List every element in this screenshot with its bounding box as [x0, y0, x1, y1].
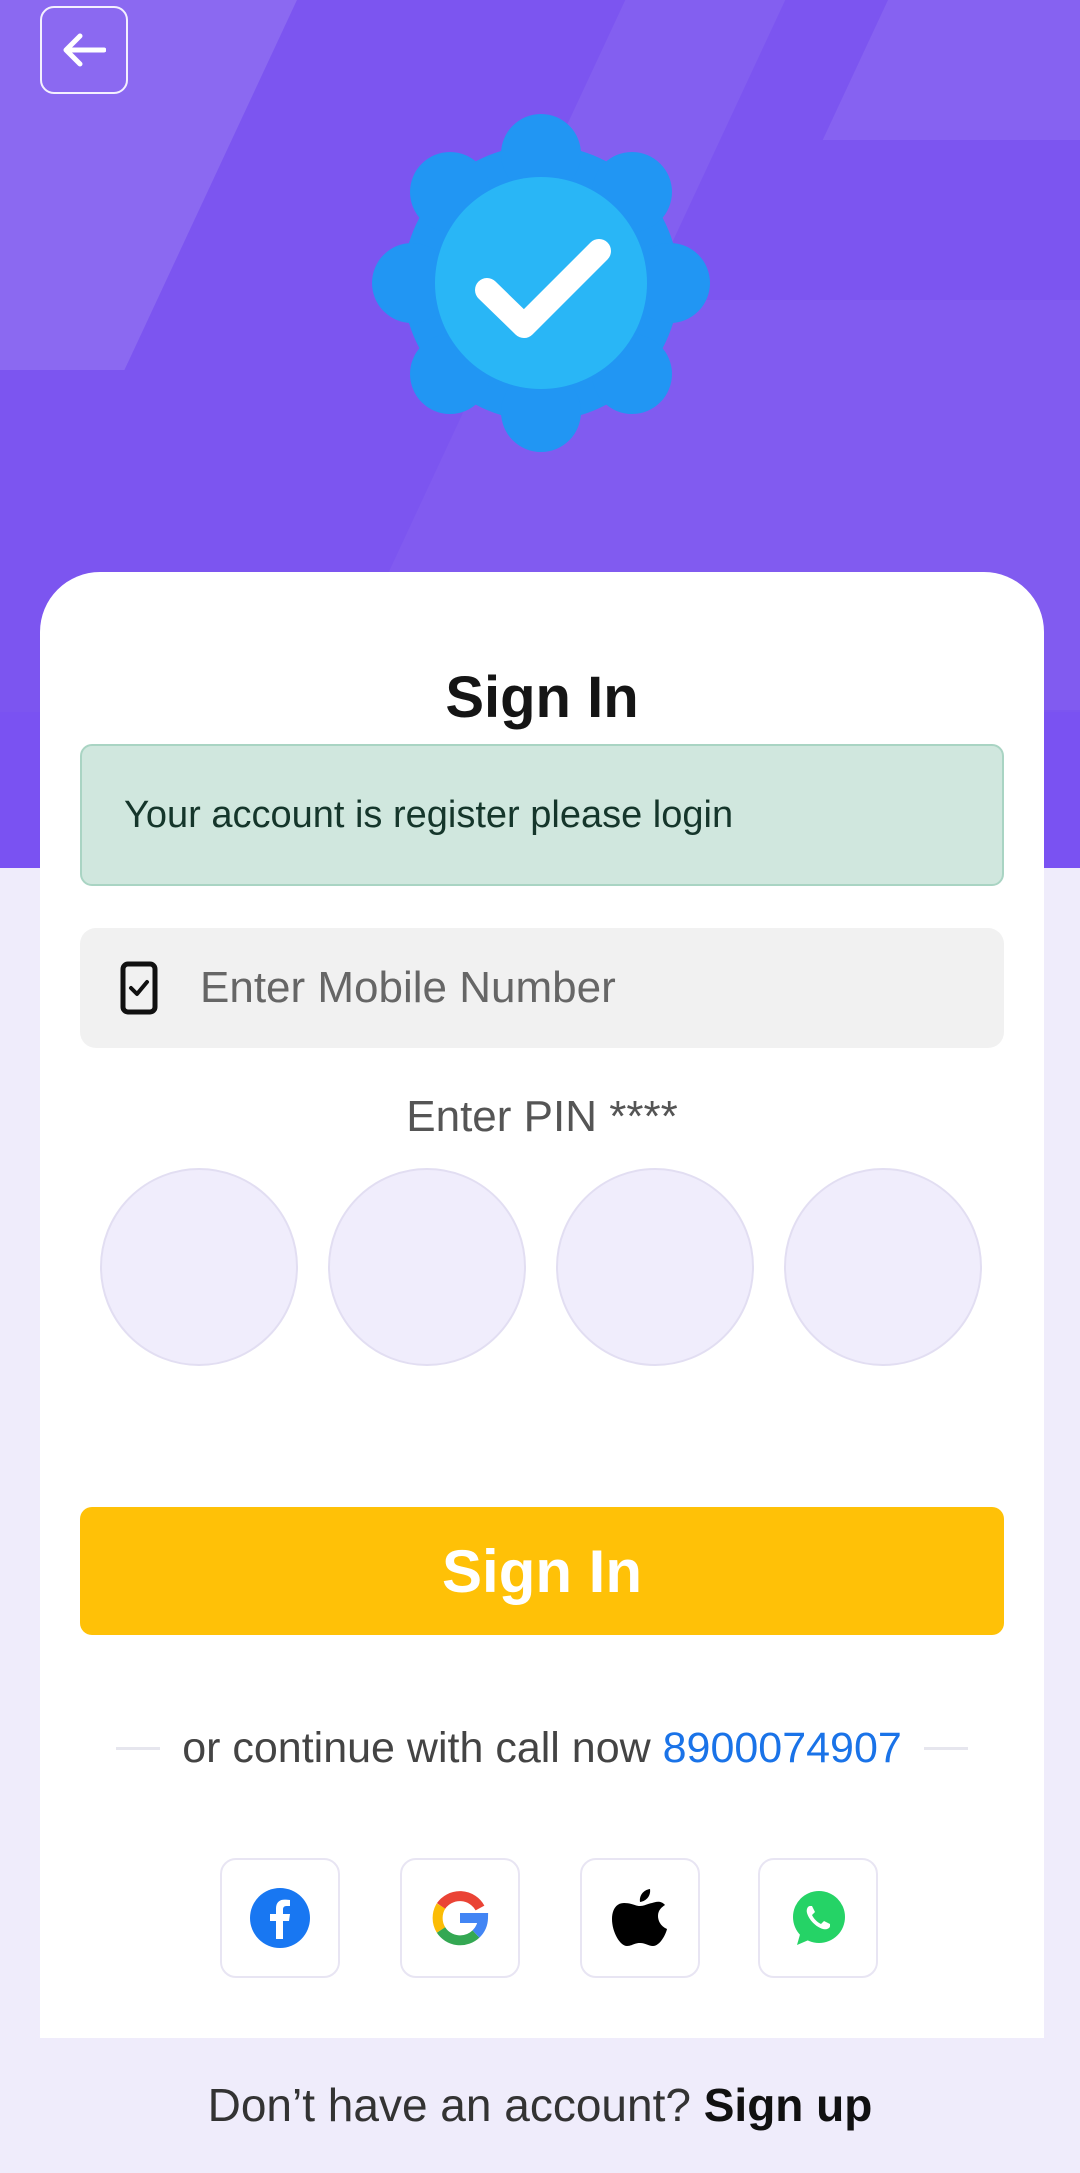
mobile-number-field[interactable]: [80, 928, 1004, 1048]
sign-in-card: Sign In Your account is register please …: [40, 572, 1044, 2038]
success-alert: Your account is register please login: [80, 744, 1004, 886]
pin-digit-4[interactable]: [784, 1168, 982, 1366]
google-icon: [432, 1891, 489, 1946]
call-now-text: or continue with call now: [182, 1723, 651, 1772]
divider-line-right: [923, 1746, 968, 1750]
google-login-button[interactable]: [400, 1858, 520, 1978]
signup-prompt: Don’t have an account? Sign up: [0, 2078, 1080, 2132]
whatsapp-icon: [793, 1891, 845, 1945]
pin-label: Enter PIN ****: [406, 1092, 678, 1141]
facebook-icon: [250, 1888, 310, 1948]
alt-login-divider: or continue with call now 8900074907: [80, 1718, 1004, 1778]
pin-digit-1[interactable]: [100, 1168, 298, 1366]
signup-question: Don’t have an account?: [207, 2079, 691, 2131]
divider-line-left: [116, 1746, 161, 1750]
mobile-check-icon: [120, 961, 158, 1015]
verified-check-badge-icon: [372, 114, 710, 452]
social-login-row: [40, 1858, 1044, 1982]
apple-login-button[interactable]: [580, 1858, 700, 1978]
apple-icon: [612, 1889, 667, 1946]
mobile-number-input[interactable]: [198, 962, 962, 1014]
arrow-left-icon: [63, 33, 106, 67]
signup-link[interactable]: Sign up: [704, 2079, 873, 2131]
sign-in-button[interactable]: Sign In: [80, 1507, 1004, 1635]
pin-input-group: [100, 1168, 984, 1368]
whatsapp-login-button[interactable]: [758, 1858, 878, 1978]
call-phone-link[interactable]: 8900074907: [663, 1724, 902, 1772]
pin-digit-3[interactable]: [556, 1168, 754, 1366]
facebook-login-button[interactable]: [220, 1858, 340, 1978]
back-button[interactable]: [40, 6, 128, 94]
page-title: Sign In: [445, 665, 639, 730]
pin-digit-2[interactable]: [328, 1168, 526, 1366]
alert-text: Your account is register please login: [124, 793, 734, 836]
